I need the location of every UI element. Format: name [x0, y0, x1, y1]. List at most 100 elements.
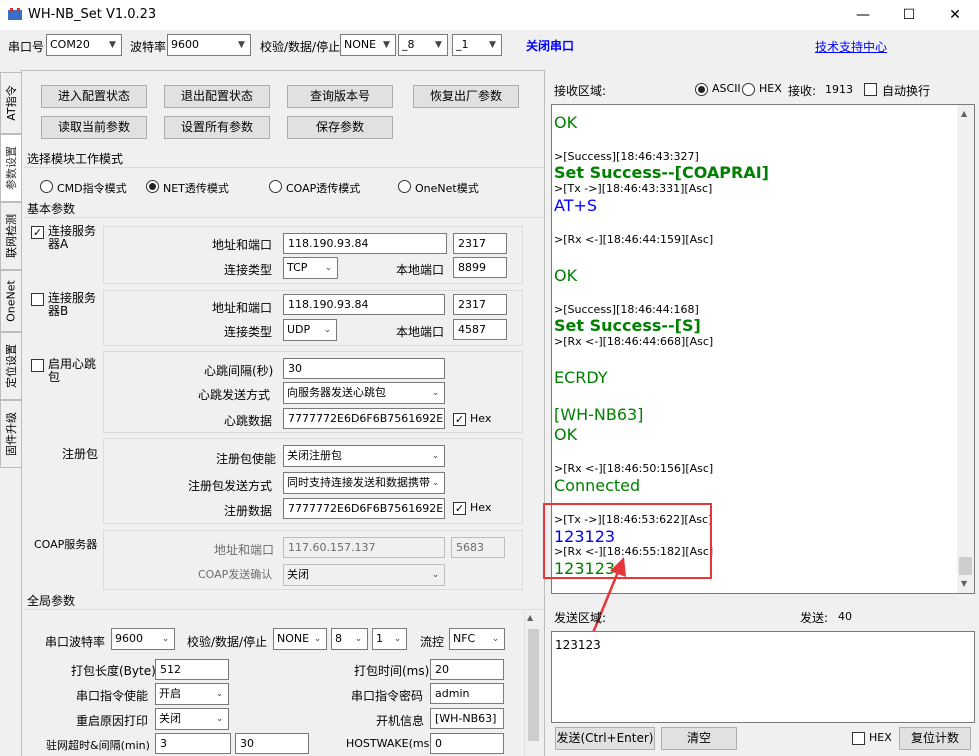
support-link[interactable]: 技术支持中心 [815, 38, 887, 55]
heartbeat-hex-checkbox[interactable]: ✓ [453, 413, 466, 426]
heartbeat-data-label: 心跳数据 [224, 414, 273, 428]
reset-count-button[interactable]: 复位计数 [899, 727, 971, 750]
query-version-button[interactable]: 查询版本号 [287, 85, 393, 108]
boot-info-input[interactable]: [WH-NB63] [430, 708, 504, 729]
clear-button[interactable]: 清空 [661, 727, 737, 750]
mode-radio-net[interactable] [146, 180, 159, 193]
server-b-local-input[interactable]: 4587 [453, 319, 507, 340]
databits-select[interactable]: _8 ▼ [398, 34, 448, 56]
server-a-addr-input[interactable]: 118.190.93.84 [283, 233, 447, 254]
left-scrollbar[interactable]: ▲ [524, 611, 541, 756]
server-b-addr-input[interactable]: 118.190.93.84 [283, 294, 445, 315]
rx-line: ECRDY [554, 368, 608, 387]
coap-confirm-label: COAP发送确认 [198, 568, 273, 581]
tab-network-check[interactable]: 联网检测 [0, 202, 21, 270]
tab-onenet[interactable]: OneNet [0, 270, 21, 332]
register-hex-checkbox[interactable]: ✓ [453, 502, 466, 515]
stopbits-select[interactable]: _1 ▼ [452, 34, 502, 56]
send-hex-checkbox[interactable] [852, 732, 865, 745]
global-databits-select[interactable]: 8 ⌄ [331, 628, 368, 650]
set-all-button[interactable]: 设置所有参数 [164, 116, 270, 139]
enter-config-button[interactable]: 进入配置状态 [41, 85, 147, 108]
coap-addr-input[interactable]: 117.60.157.137 [283, 537, 445, 558]
chevron-down-icon: ▼ [435, 40, 442, 50]
close-button[interactable]: ✕ [932, 0, 978, 30]
save-params-button[interactable]: 保存参数 [287, 116, 393, 139]
server-b-type-select[interactable]: UDP ⌄ [283, 319, 337, 341]
global-flow-select[interactable]: NFC ⌄ [449, 628, 505, 650]
global-parity-select[interactable]: NONE ⌄ [273, 628, 327, 650]
parity-select[interactable]: NONE ▼ [340, 34, 396, 56]
autowrap-checkbox[interactable] [864, 83, 877, 96]
baud-select[interactable]: 9600 ▼ [167, 34, 251, 56]
send-hex-label: HEX [869, 731, 892, 744]
scroll-thumb[interactable] [959, 557, 972, 575]
scroll-thumb[interactable] [528, 629, 539, 741]
tab-at-command[interactable]: AT指令 [0, 72, 21, 134]
receive-count-label: 接收: [788, 84, 817, 98]
send-label: 发送区域: [554, 611, 607, 625]
tab-param-settings[interactable]: 参数设置 [0, 134, 21, 202]
global-baud-select[interactable]: 9600 ⌄ [111, 628, 175, 650]
restart-print-select[interactable]: 关闭 ⌄ [155, 708, 229, 730]
chevron-down-icon: ⌄ [215, 714, 224, 724]
register-hex-label: Hex [470, 501, 492, 514]
hostwake-input[interactable]: 0 [430, 733, 504, 754]
tab-location[interactable]: 定位设置 [0, 332, 21, 400]
receive-scrollbar[interactable]: ▲ ▼ [957, 105, 974, 593]
heartbeat-data-input[interactable]: 7777772E6D6F6B7561692E636E [283, 408, 445, 429]
register-mode-select[interactable]: 同时支持连接发送和数据携带 ⌄ [283, 472, 445, 494]
global-stopbits-select[interactable]: 1 ⌄ [372, 628, 407, 650]
cmd-enable-select[interactable]: 开启 ⌄ [155, 683, 229, 705]
heartbeat-hex-label: Hex [470, 412, 492, 425]
register-enable-select[interactable]: 关闭注册包 ⌄ [283, 445, 445, 467]
port-label: 串口号 [8, 40, 45, 54]
global-params-label: 校验/数据/停止 [187, 635, 268, 649]
hex-radio[interactable] [742, 83, 755, 96]
chevron-down-icon: ⌄ [431, 451, 440, 461]
server-a-checkbox[interactable]: ✓ [31, 226, 44, 239]
mode-radio-onenet[interactable] [398, 180, 411, 193]
coap-confirm-select[interactable]: 关闭 ⌄ [283, 564, 445, 586]
server-b-local-label: 本地端口 [396, 325, 445, 339]
server-a-local-input[interactable]: 8899 [453, 257, 507, 278]
send-textarea[interactable]: 123123 [551, 631, 975, 723]
close-port-button[interactable]: 关闭串口 [526, 37, 574, 54]
chevron-down-icon: ⌄ [215, 689, 224, 699]
exit-config-button[interactable]: 退出配置状态 [164, 85, 270, 108]
heartbeat-mode-select[interactable]: 向服务器发送心跳包 ⌄ [283, 382, 445, 404]
port-select[interactable]: COM20 ▼ [46, 34, 122, 56]
heartbeat-checkbox[interactable] [31, 359, 44, 372]
server-a-type-select[interactable]: TCP ⌄ [283, 257, 338, 279]
send-count: 40 [838, 610, 852, 623]
ascii-radio[interactable] [695, 83, 708, 96]
rx-line: [WH-NB63] [554, 405, 644, 424]
server-b-port-input[interactable]: 2317 [453, 294, 507, 315]
tab-firmware[interactable]: 固件升级 [0, 400, 21, 468]
register-data-input[interactable]: 7777772E6D6F6B7561692E636E [283, 498, 445, 519]
mode-radio-coap[interactable] [269, 180, 282, 193]
mode-label-coap: COAP透传模式 [286, 182, 361, 195]
factory-reset-button[interactable]: 恢复出厂参数 [413, 85, 519, 108]
autowrap-label: 自动换行 [882, 84, 931, 98]
timeout-input-1[interactable]: 3 [155, 733, 231, 754]
pack-len-label: 打包长度(Byte) [71, 664, 156, 678]
server-b-addr-label: 地址和端口 [212, 301, 273, 315]
timeout-input-2[interactable]: 30 [235, 733, 309, 754]
register-label: 注册包 [62, 447, 99, 461]
heartbeat-interval-input[interactable]: 30 [283, 358, 445, 379]
mode-radio-cmd[interactable] [40, 180, 53, 193]
maximize-button[interactable]: ☐ [886, 0, 932, 30]
pack-len-input[interactable]: 512 [155, 659, 229, 680]
coap-port-input[interactable]: 5683 [451, 537, 505, 558]
send-button[interactable]: 发送(Ctrl+Enter) [555, 727, 655, 750]
server-a-port-input[interactable]: 2317 [453, 233, 507, 254]
read-params-button[interactable]: 读取当前参数 [41, 116, 147, 139]
server-b-checkbox[interactable] [31, 293, 44, 306]
cmd-pwd-input[interactable]: admin [430, 683, 504, 704]
pack-time-input[interactable]: 20 [430, 659, 504, 680]
hostwake-label: HOSTWAKE(ms) [346, 737, 434, 750]
rx-line: OK [554, 425, 578, 444]
global-baud-label: 串口波特率 [45, 635, 106, 649]
minimize-button[interactable]: — [840, 0, 886, 30]
